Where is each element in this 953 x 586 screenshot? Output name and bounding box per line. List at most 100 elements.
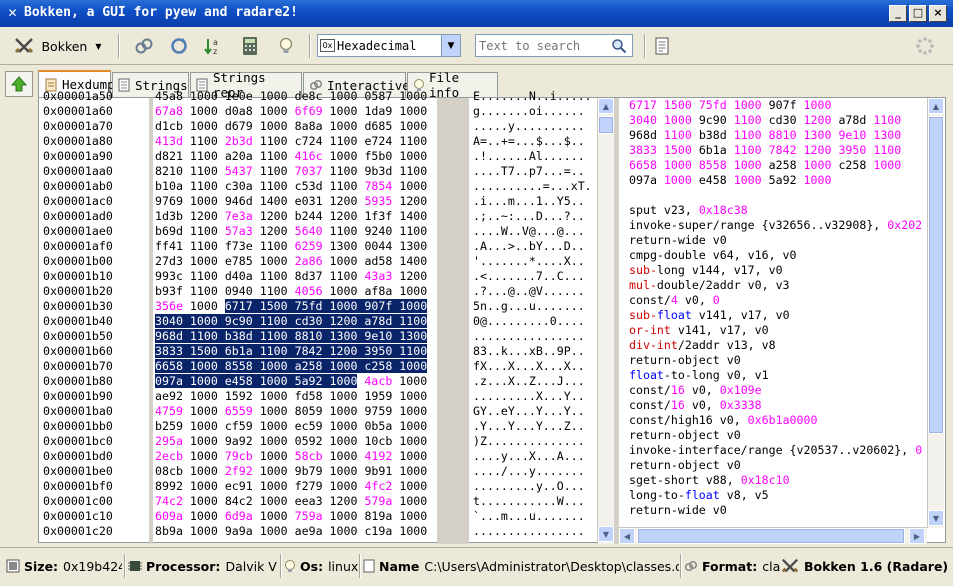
scroll-right-icon[interactable]: ▶	[909, 528, 925, 544]
hex-segment: ad58	[364, 254, 393, 268]
hex-segment: 2f92	[224, 464, 253, 478]
instruction-segment: 3950	[838, 143, 874, 157]
instruction-segment: return-object v0	[629, 458, 741, 472]
tips-button[interactable]	[272, 33, 300, 59]
hex-segment: b10a	[155, 179, 183, 193]
hex-segment: 8d37	[294, 269, 323, 283]
scroll-thumb[interactable]	[637, 528, 905, 544]
hexdump-row: ff41 1100 f73e 1100 6259 1300 0044 1300	[155, 239, 435, 254]
dropdown-arrow-icon[interactable]: ▼	[441, 35, 460, 56]
hex-segment: 1100	[322, 224, 365, 238]
instructions-vscrollbar[interactable]: ▲ ▼	[927, 98, 944, 528]
hexdump-row: 0x00001ba0	[43, 404, 113, 418]
search-icon[interactable]	[611, 38, 627, 54]
hexdump-row: 0x00001b00	[43, 254, 113, 268]
instruction-line: const/16 v0, 0x109e	[619, 383, 925, 398]
hex-segment: 993c	[155, 269, 183, 283]
scroll-down-icon[interactable]: ▼	[598, 526, 614, 542]
hexdump-row: .<.......7..C...	[473, 269, 585, 283]
status-size: Size: 0x19b424	[6, 552, 122, 580]
hex-segment: 1200	[392, 194, 428, 208]
hexdump-row: 0x00001c20	[43, 524, 113, 538]
hexdump-row: 0x00001bd0	[43, 449, 113, 463]
hex-segment: 6f69	[294, 104, 323, 118]
hex-segment: 1000	[182, 119, 225, 133]
hex-segment: 9240	[364, 224, 393, 238]
go-up-button[interactable]	[5, 71, 33, 97]
scroll-up-icon[interactable]: ▲	[598, 98, 614, 114]
hex-segment: 3040 1000 9c90 1100 cd30 1200 a78d 1100	[155, 314, 428, 328]
refresh-button[interactable]	[165, 33, 193, 59]
hexdump-row: 8b9a 1000 9a9a 1000 ae9a 1000 c19a 1000	[155, 524, 435, 539]
notes-button[interactable]	[650, 33, 674, 59]
hex-segment: 1000	[392, 434, 428, 448]
instructions-panel[interactable]: 6717 1500 75fd 1000 907f 1000 3040 1000 9…	[619, 98, 925, 528]
hexdump-row: 45a8 1000 1e0e 1000 de8c 1000 0587 1000	[155, 89, 428, 103]
ascii-column[interactable]: E.......N..i.....o g.......oi...... .....y…	[473, 89, 591, 539]
hexdump-row: 0x00001b30	[43, 299, 113, 313]
hexdump-row: 8210 1100 5437 1100 7037 1100 9b3d 1100	[155, 164, 435, 179]
hex-segment: 946d	[224, 194, 253, 208]
scroll-down-icon[interactable]: ▼	[928, 510, 944, 526]
size-value: 0x19b424	[63, 558, 122, 574]
plugins-button[interactable]	[130, 33, 158, 59]
instruction-line: 968d 1100 b38d 1100 8810 1300 9e10 1300	[619, 128, 925, 143]
instruction-segment: 16	[670, 398, 685, 412]
hex-segment: 8210	[155, 164, 183, 178]
hex-segment: 1100	[182, 284, 225, 298]
instruction-segment: 907f	[768, 98, 804, 112]
hex-segment: 1100	[252, 239, 295, 253]
scroll-up-icon[interactable]: ▲	[928, 98, 944, 114]
close-button[interactable]: ×	[929, 5, 947, 22]
instruction-segment: 1000	[733, 158, 769, 172]
instruction-segment: 1300	[873, 128, 902, 142]
hex-segment: 1100	[252, 134, 295, 148]
status-name: Name C:\Users\Administrator\Desktop\clas…	[363, 552, 679, 580]
hex-segment: 1da9	[364, 104, 393, 118]
bokken-label: Bokken	[41, 38, 88, 54]
hex-segment: f279	[294, 479, 323, 493]
hex-segment: 6717 1500 75fd 1000 907f 1000	[224, 299, 428, 313]
hex-segment: 1000	[182, 254, 225, 268]
hexdump-row: )Z..............	[473, 434, 585, 448]
hex-segment: 1000	[392, 464, 428, 478]
hex-segment: 0b5a	[364, 419, 393, 433]
sort-button[interactable]: az	[200, 33, 228, 59]
hex-segment: 4192	[364, 449, 393, 463]
calculator-button[interactable]	[236, 33, 264, 59]
instruction-segment: sput v23,	[629, 203, 699, 217]
instruction-segment: 1100	[733, 143, 769, 157]
bokken-menu-button[interactable]: Bokken ▼	[10, 33, 105, 59]
search-input[interactable]	[479, 38, 611, 53]
instructions-hscrollbar[interactable]: ◀ ▶	[619, 527, 927, 544]
hexdump-row: .Y...Y...Y...Z..	[473, 419, 585, 433]
instruction-segment: 1300	[803, 128, 839, 142]
hex-segment: 1100	[392, 224, 428, 238]
hex-segment: 1000	[252, 389, 295, 403]
scroll-thumb[interactable]	[598, 116, 614, 134]
hex-segment: 1100	[182, 149, 225, 163]
instruction-segment: float	[684, 488, 720, 502]
hex-segment: 1000	[322, 254, 365, 268]
hex-segment: 5640	[294, 224, 323, 238]
hexdump-row: 8992 1000 ec91 1000 f279 1000 4fc2 1000	[155, 479, 435, 494]
hex-segment: 5935	[364, 194, 393, 208]
status-separator	[359, 554, 361, 578]
minimize-button[interactable]: _	[889, 5, 907, 22]
instruction-line: 097a 1000 e458 1000 5a92 1000	[619, 173, 925, 188]
maximize-button[interactable]: □	[909, 5, 927, 22]
scroll-thumb[interactable]	[928, 116, 944, 434]
hex-segment: ae9a	[294, 524, 323, 538]
hex-column[interactable]: 45a8 1000 1e0e 1000 de8c 1000 0587 1000 6…	[155, 89, 435, 539]
format-select[interactable]: 0x Hexadecimal ▼	[317, 34, 461, 57]
instruction-segment: 5a92	[768, 173, 804, 187]
instruction-segment: 0x202	[887, 218, 923, 232]
scroll-left-icon[interactable]: ◀	[619, 528, 635, 544]
hex-segment: c30a	[224, 179, 253, 193]
instruction-segment: -to-long v0, v1	[663, 368, 769, 382]
hex-segment: 7854	[364, 179, 393, 193]
hex-segment: 1f3f	[364, 209, 393, 223]
hexdump-scrollbar[interactable]: ▲ ▼	[597, 98, 614, 544]
column-divider	[149, 98, 153, 544]
instruction-segment: 1500	[663, 143, 699, 157]
